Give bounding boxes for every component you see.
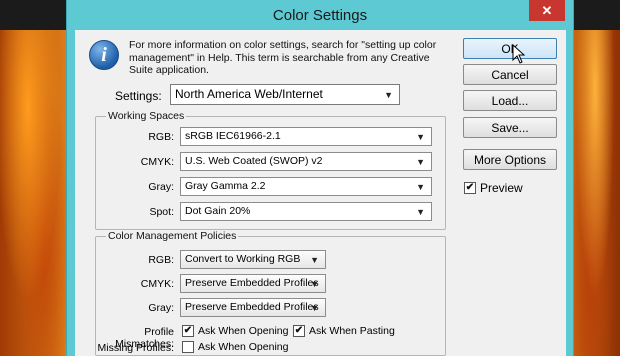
ask-when-pasting-label: Ask When Pasting <box>309 325 395 337</box>
preview-label: Preview <box>480 181 523 195</box>
color-settings-dialog: Color Settings ✕ i For more information … <box>66 0 574 356</box>
missing-profiles-label: Missing Profiles: <box>97 342 174 354</box>
more-options-label: More Options <box>473 152 547 167</box>
ws-rgb-label: RGB: <box>148 131 174 143</box>
policy-rgb-value: Convert to Working RGB <box>185 253 301 265</box>
checkbox-checked-icon: ✔ <box>182 325 194 337</box>
ws-rgb-dropdown[interactable]: sRGB IEC61966-2.1 ▼ <box>180 127 432 146</box>
cancel-label: Cancel <box>491 67 529 82</box>
chevron-down-icon: ▼ <box>310 254 319 265</box>
settings-label: Settings: <box>115 89 162 103</box>
ws-spot-dropdown[interactable]: Dot Gain 20% ▼ <box>180 202 432 221</box>
ws-cmyk-dropdown[interactable]: U.S. Web Coated (SWOP) v2 ▼ <box>180 152 432 171</box>
load-button[interactable]: Load... <box>463 90 557 111</box>
ws-spot-label: Spot: <box>149 206 174 218</box>
ws-cmyk-value: U.S. Web Coated (SWOP) v2 <box>185 155 323 167</box>
title-bar[interactable]: Color Settings <box>67 0 573 30</box>
checkbox-checked-icon: ✔ <box>464 182 476 194</box>
policy-gray-value: Preserve Embedded Profiles <box>185 301 319 313</box>
ask-when-pasting-checkbox[interactable]: ✔ Ask When Pasting <box>293 325 395 337</box>
checkbox-unchecked-icon <box>182 341 194 353</box>
policy-rgb-label: RGB: <box>148 254 174 266</box>
policy-cmyk-label: CMYK: <box>140 278 174 290</box>
chevron-down-icon: ▼ <box>416 181 425 192</box>
ws-gray-label: Gray: <box>148 181 174 193</box>
ws-gray-value: Gray Gamma 2.2 <box>185 180 266 192</box>
ws-spot-value: Dot Gain 20% <box>185 205 251 217</box>
ws-rgb-value: sRGB IEC61966-2.1 <box>185 130 281 142</box>
mouse-cursor-icon <box>512 44 526 64</box>
settings-value: North America Web/Internet <box>175 87 323 101</box>
policy-gray-label: Gray: <box>148 302 174 314</box>
settings-dropdown[interactable]: North America Web/Internet ▼ <box>170 84 400 105</box>
policy-gray-dropdown[interactable]: Preserve Embedded Profiles ▼ <box>180 298 326 317</box>
policy-rgb-dropdown[interactable]: Convert to Working RGB ▼ <box>180 250 326 269</box>
ok-button[interactable]: OK <box>463 38 557 59</box>
info-icon: i <box>89 40 119 70</box>
load-label: Load... <box>491 93 529 108</box>
missing-ask-when-opening-label: Ask When Opening <box>198 341 289 353</box>
dialog-title: Color Settings <box>272 6 368 24</box>
chevron-down-icon: ▼ <box>310 302 319 313</box>
close-icon: ✕ <box>541 2 553 18</box>
policy-cmyk-dropdown[interactable]: Preserve Embedded Profiles ▼ <box>180 274 326 293</box>
color-management-policies-group: Color Management Policies RGB: Convert t… <box>95 230 446 356</box>
ws-gray-dropdown[interactable]: Gray Gamma 2.2 ▼ <box>180 177 432 196</box>
info-text: For more information on color settings, … <box>129 39 437 76</box>
missing-ask-when-opening-checkbox[interactable]: Ask When Opening <box>182 341 288 353</box>
close-button[interactable]: ✕ <box>529 0 565 21</box>
save-button[interactable]: Save... <box>463 117 557 138</box>
more-options-button[interactable]: More Options <box>463 149 557 170</box>
cancel-button[interactable]: Cancel <box>463 64 557 85</box>
chevron-down-icon: ▼ <box>416 131 425 142</box>
preview-checkbox[interactable]: ✔ Preview <box>464 181 523 195</box>
ask-when-opening-label: Ask When Opening <box>198 325 289 337</box>
ask-when-opening-checkbox[interactable]: ✔ Ask When Opening <box>182 325 288 337</box>
background-foliage-right <box>570 0 620 356</box>
dialog-client-area: i For more information on color settings… <box>75 30 566 356</box>
working-spaces-group: Working Spaces RGB: sRGB IEC61966-2.1 ▼ … <box>95 110 446 230</box>
chevron-down-icon: ▼ <box>384 89 393 100</box>
chevron-down-icon: ▼ <box>416 206 425 217</box>
chevron-down-icon: ▼ <box>416 156 425 167</box>
working-spaces-legend: Working Spaces <box>106 110 187 122</box>
ws-cmyk-label: CMYK: <box>140 156 174 168</box>
policies-legend: Color Management Policies <box>106 230 239 242</box>
chevron-down-icon: ▼ <box>310 278 319 289</box>
checkbox-checked-icon: ✔ <box>293 325 305 337</box>
background-foliage-left <box>0 0 70 356</box>
policy-cmyk-value: Preserve Embedded Profiles <box>185 277 319 289</box>
save-label: Save... <box>491 120 529 135</box>
